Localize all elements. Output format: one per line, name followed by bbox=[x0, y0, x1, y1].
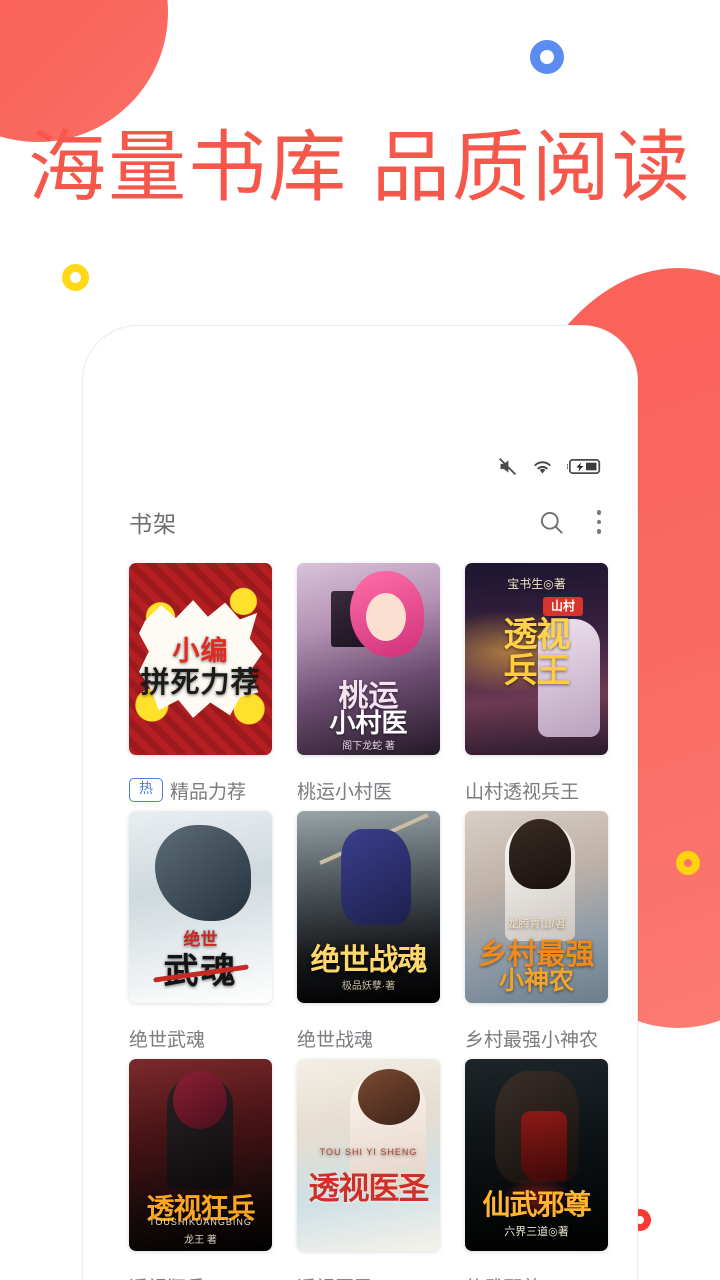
cover-art-hair bbox=[173, 1071, 227, 1129]
status-badge: 热 bbox=[129, 778, 163, 802]
book-item[interactable]: 宝书生◎著 山村 透视 兵王 山村透视兵王 bbox=[465, 563, 608, 811]
phone-screen: 书架 小编 拼死力荐 热 精品力荐 桃运 小村医 阁下龙蛇 著 桃运小村医 宝书… bbox=[83, 441, 637, 1280]
book-title: 山村透视兵王 bbox=[465, 781, 580, 803]
book-cover[interactable]: 龙腾青山/著 乡村最强 小神农 bbox=[465, 811, 608, 1003]
cover-title-line2: 武魂 bbox=[129, 943, 272, 994]
book-meta: 绝世武魂 bbox=[129, 1003, 272, 1059]
cover-title-line2: 兵王 bbox=[503, 652, 571, 690]
cover-art-hair bbox=[358, 1069, 420, 1125]
wifi-icon bbox=[531, 457, 554, 476]
cover-author: 极品妖孽·著 bbox=[341, 981, 396, 992]
book-cover[interactable]: 绝世战魂 极品妖孽·著 bbox=[297, 811, 440, 1003]
cover-author: 龙腾青山/著 bbox=[507, 918, 566, 930]
cover-title-line2: 小神农 bbox=[498, 967, 574, 995]
cover-art-cape bbox=[521, 1111, 567, 1181]
book-title: 绝世战魂 bbox=[297, 1029, 374, 1051]
decor-blob-top-left bbox=[0, 0, 168, 142]
cover-title-line1: 透视医圣 bbox=[308, 1171, 430, 1206]
book-title: 透视狂兵 bbox=[129, 1273, 205, 1280]
cover-title-line1: 绝世战魂 bbox=[310, 944, 428, 977]
book-item[interactable]: 小编 拼死力荐 热 精品力荐 bbox=[129, 563, 272, 811]
cover-title-line2: 拼死力荐 bbox=[140, 667, 261, 699]
book-item[interactable]: 绝世战魂 极品妖孽·著 绝世战魂 bbox=[297, 811, 440, 1059]
book-title: 乡村最强小神农 bbox=[465, 1029, 599, 1051]
cover-art-figure bbox=[341, 829, 411, 925]
book-cover[interactable]: 宝书生◎著 山村 透视 兵王 bbox=[465, 563, 608, 755]
cover-title-line1: 仙武邪尊 bbox=[482, 1189, 591, 1220]
book-cover[interactable]: 绝世 武魂 bbox=[129, 811, 272, 1003]
app-header: 书架 bbox=[83, 491, 637, 553]
dot-2 bbox=[596, 519, 601, 525]
cover-art-figure bbox=[155, 825, 251, 921]
book-item[interactable]: 透视狂兵 TOUSHIKUANGBING 龙王 著 透视狂兵 bbox=[129, 1059, 272, 1280]
book-title: 绝世武魂 bbox=[129, 1029, 206, 1051]
cover-art-face bbox=[366, 593, 406, 641]
book-item[interactable]: 仙武邪尊 六界三道◎著 仙武邪尊 bbox=[465, 1059, 608, 1280]
cover-author: 宝书生◎著 bbox=[507, 577, 566, 591]
book-title: 仙武邪尊 bbox=[465, 1273, 541, 1280]
book-meta: 乡村最强小神农 bbox=[465, 1003, 608, 1059]
phone-mockup: 书架 小编 拼死力荐 热 精品力荐 桃运 小村医 阁下龙蛇 著 桃运小村医 宝书… bbox=[82, 325, 638, 1280]
cover-title-line2: 小村医 bbox=[329, 708, 408, 738]
book-title: 透视医圣 bbox=[297, 1273, 373, 1280]
book-item[interactable]: 桃运 小村医 阁下龙蛇 著 桃运小村医 bbox=[297, 563, 440, 811]
phone-top-bezel bbox=[83, 326, 637, 441]
book-meta: 桃运小村医 bbox=[297, 755, 440, 811]
decor-ring-yellow-right bbox=[676, 851, 700, 875]
cover-art-hair bbox=[509, 819, 571, 889]
page-title: 书架 bbox=[129, 511, 177, 537]
cover-author: 阁下龙蛇 著 bbox=[342, 741, 395, 752]
dot-1 bbox=[596, 510, 601, 515]
book-item[interactable]: 龙腾青山/著 乡村最强 小神农 乡村最强小神农 bbox=[465, 811, 608, 1059]
overflow-dots bbox=[591, 510, 608, 534]
book-meta: 透视狂兵 bbox=[129, 1251, 272, 1280]
decor-ring-blue bbox=[530, 40, 564, 74]
book-meta: 仙武邪尊 bbox=[465, 1251, 608, 1280]
book-cover[interactable]: 仙武邪尊 六界三道◎著 bbox=[465, 1059, 608, 1251]
mute-icon bbox=[497, 456, 518, 477]
book-meta: 透视医圣 bbox=[297, 1251, 440, 1280]
book-meta: 山村透视兵王 bbox=[465, 755, 608, 811]
book-item[interactable]: TOU SHI YI SHENG 透视医圣 透视医圣 bbox=[297, 1059, 440, 1280]
decor-ring-yellow-left bbox=[62, 264, 89, 291]
book-title: 精品力荐 bbox=[170, 781, 247, 803]
book-meta: 热 精品力荐 bbox=[129, 755, 272, 811]
book-cover[interactable]: TOU SHI YI SHENG 透视医圣 bbox=[297, 1059, 440, 1251]
cover-title-pinyin: TOUSHIKUANGBING bbox=[149, 1217, 252, 1227]
page-headline: 海量书库 品质阅读 bbox=[28, 123, 692, 211]
book-item[interactable]: 绝世 武魂 绝世武魂 bbox=[129, 811, 272, 1059]
book-cover[interactable]: 透视狂兵 TOUSHIKUANGBING 龙王 著 bbox=[129, 1059, 272, 1251]
cover-title-pinyin: TOU SHI YI SHENG bbox=[319, 1147, 418, 1157]
bookshelf-grid: 小编 拼死力荐 热 精品力荐 桃运 小村医 阁下龙蛇 著 桃运小村医 宝书生◎著… bbox=[83, 553, 637, 1280]
dot-3 bbox=[596, 529, 601, 534]
battery-charging-icon bbox=[567, 457, 605, 476]
book-meta: 绝世战魂 bbox=[297, 1003, 440, 1059]
book-cover[interactable]: 小编 拼死力荐 bbox=[129, 563, 272, 755]
more-vertical-icon[interactable] bbox=[591, 510, 608, 534]
cover-author: 六界三道◎著 bbox=[504, 1226, 569, 1238]
book-title: 桃运小村医 bbox=[297, 781, 393, 803]
status-bar bbox=[83, 441, 637, 491]
search-icon[interactable] bbox=[538, 509, 565, 536]
book-cover[interactable]: 桃运 小村医 阁下龙蛇 著 bbox=[297, 563, 440, 755]
cover-author: 龙王 著 bbox=[184, 1235, 217, 1246]
